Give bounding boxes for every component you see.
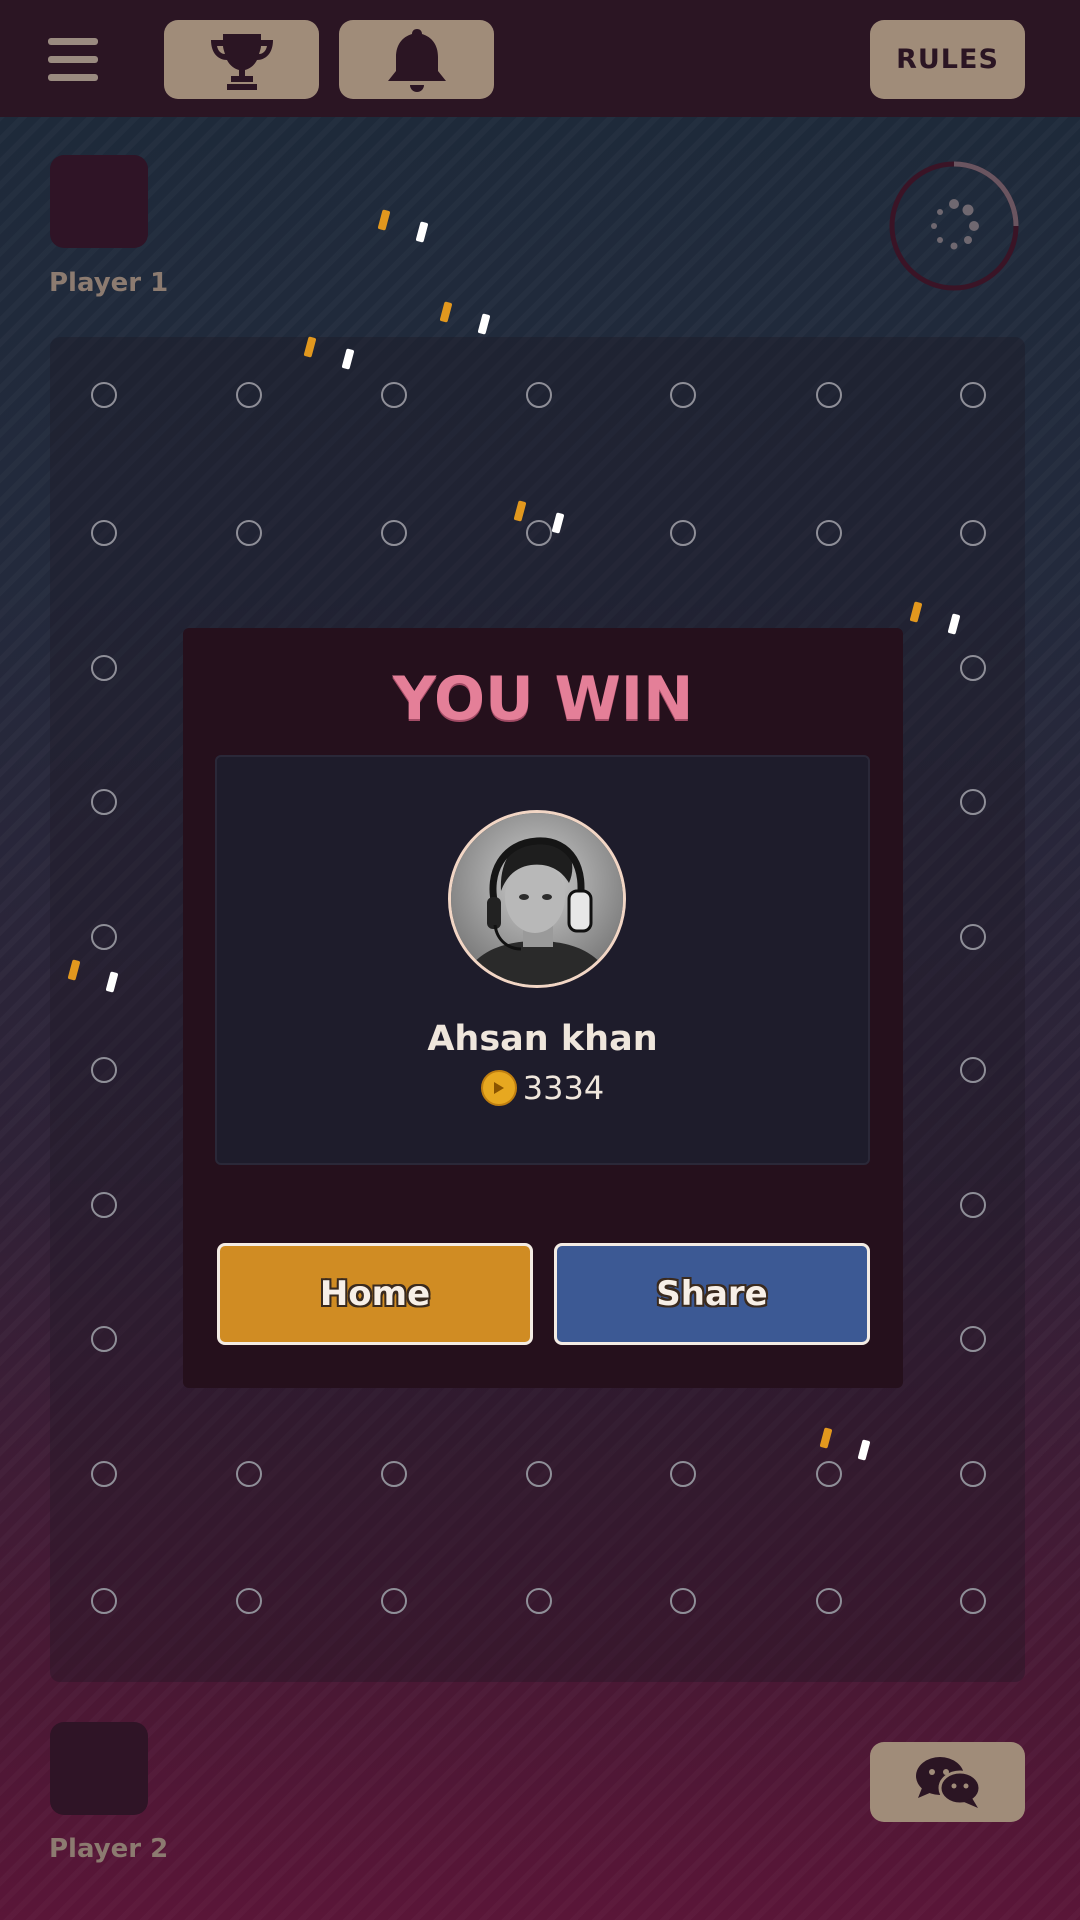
- empty-peg-icon[interactable]: [91, 382, 117, 408]
- rules-label: RULES: [896, 44, 999, 75]
- winner-avatar: [448, 810, 626, 988]
- coin-icon: [480, 1070, 517, 1106]
- loading-spinner-icon: [931, 199, 979, 250]
- trophy-icon: [210, 33, 273, 90]
- player-2-label: Player 2: [49, 1834, 169, 1864]
- empty-peg-icon[interactable]: [670, 1588, 696, 1614]
- winner-coins: 3334: [217, 1069, 868, 1107]
- player-1-label: Player 1: [49, 268, 169, 298]
- confetti-piece: [477, 313, 491, 335]
- empty-peg-icon[interactable]: [526, 1461, 552, 1487]
- empty-peg-icon[interactable]: [670, 520, 696, 546]
- player-1-avatar: [50, 155, 148, 248]
- home-button-label: Home: [319, 1274, 431, 1314]
- home-button[interactable]: Home: [217, 1243, 533, 1345]
- empty-peg-icon[interactable]: [960, 1057, 986, 1083]
- coin-amount: 3334: [522, 1069, 605, 1107]
- share-button-label: Share: [656, 1274, 768, 1314]
- chat-bubbles-icon: [915, 1757, 981, 1808]
- empty-peg-icon[interactable]: [91, 1326, 117, 1352]
- empty-peg-icon[interactable]: [816, 382, 842, 408]
- empty-peg-icon[interactable]: [670, 382, 696, 408]
- empty-peg-icon[interactable]: [381, 1461, 407, 1487]
- empty-peg-icon[interactable]: [960, 924, 986, 950]
- empty-peg-icon[interactable]: [670, 1461, 696, 1487]
- empty-peg-icon[interactable]: [91, 1057, 117, 1083]
- empty-peg-icon[interactable]: [91, 655, 117, 681]
- empty-peg-icon[interactable]: [960, 1326, 986, 1352]
- empty-peg-icon[interactable]: [960, 789, 986, 815]
- empty-peg-icon[interactable]: [960, 1588, 986, 1614]
- confetti-piece: [439, 301, 453, 323]
- winner-name: Ahsan khan: [427, 1019, 658, 1059]
- empty-peg-icon[interactable]: [816, 1461, 842, 1487]
- empty-peg-icon[interactable]: [526, 520, 552, 546]
- empty-peg-icon[interactable]: [960, 1192, 986, 1218]
- empty-peg-icon[interactable]: [381, 520, 407, 546]
- win-dialog: YOU WIN Ahsan khan 3334 Home Share: [183, 628, 903, 1388]
- empty-peg-icon[interactable]: [526, 1588, 552, 1614]
- hamburger-menu-icon[interactable]: [48, 38, 98, 82]
- chat-button[interactable]: [870, 1742, 1025, 1822]
- empty-peg-icon[interactable]: [91, 924, 117, 950]
- empty-peg-icon[interactable]: [960, 382, 986, 408]
- empty-peg-icon[interactable]: [960, 1461, 986, 1487]
- empty-peg-icon[interactable]: [91, 520, 117, 546]
- empty-peg-icon[interactable]: [91, 1461, 117, 1487]
- confetti-piece: [415, 221, 429, 243]
- empty-peg-icon[interactable]: [816, 1588, 842, 1614]
- win-title: YOU WIN: [392, 664, 694, 734]
- winner-card: Ahsan khan 3334: [215, 755, 870, 1165]
- empty-peg-icon[interactable]: [91, 789, 117, 815]
- empty-peg-icon[interactable]: [960, 655, 986, 681]
- trophy-button[interactable]: [164, 20, 319, 99]
- empty-peg-icon[interactable]: [236, 1461, 262, 1487]
- share-button[interactable]: Share: [554, 1243, 870, 1345]
- empty-peg-icon[interactable]: [526, 382, 552, 408]
- empty-peg-icon[interactable]: [381, 382, 407, 408]
- empty-peg-icon[interactable]: [236, 520, 262, 546]
- empty-peg-icon[interactable]: [236, 382, 262, 408]
- empty-peg-icon[interactable]: [91, 1192, 117, 1218]
- confetti-piece: [377, 209, 391, 231]
- top-bar: RULES: [0, 0, 1080, 117]
- empty-peg-icon[interactable]: [91, 1588, 117, 1614]
- empty-peg-icon[interactable]: [381, 1588, 407, 1614]
- empty-peg-icon[interactable]: [960, 520, 986, 546]
- bell-icon: [387, 28, 446, 92]
- player-2-avatar: [50, 1722, 148, 1815]
- notifications-button[interactable]: [339, 20, 494, 99]
- empty-peg-icon[interactable]: [236, 1588, 262, 1614]
- rules-button[interactable]: RULES: [870, 20, 1025, 99]
- turn-timer: [888, 160, 1020, 292]
- empty-peg-icon[interactable]: [816, 520, 842, 546]
